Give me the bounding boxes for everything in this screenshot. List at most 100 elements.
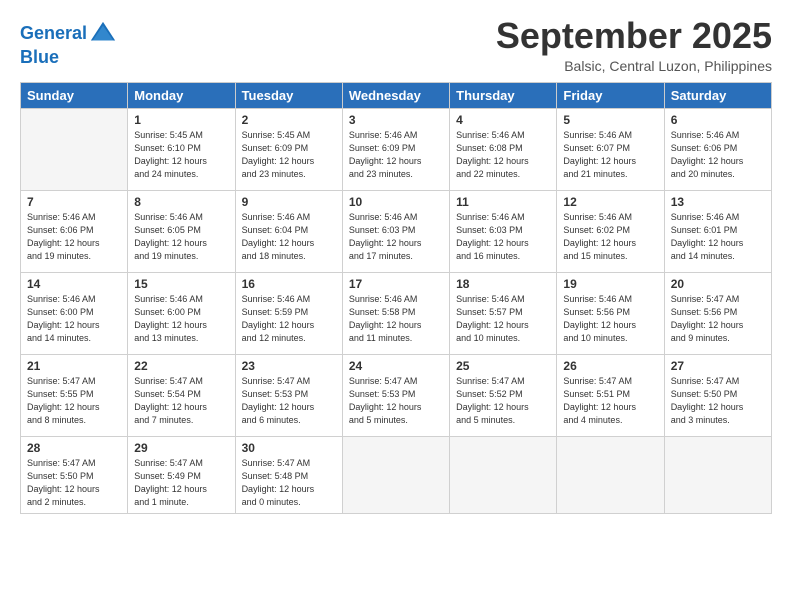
- day-info: Sunrise: 5:47 AM Sunset: 5:54 PM Dayligh…: [134, 375, 228, 427]
- day-info: Sunrise: 5:47 AM Sunset: 5:56 PM Dayligh…: [671, 293, 765, 345]
- day-number: 18: [456, 277, 550, 291]
- day-number: 24: [349, 359, 443, 373]
- page: General Blue September 2025 Balsic, Cent…: [0, 0, 792, 612]
- day-info: Sunrise: 5:47 AM Sunset: 5:50 PM Dayligh…: [27, 457, 121, 509]
- day-info: Sunrise: 5:47 AM Sunset: 5:53 PM Dayligh…: [242, 375, 336, 427]
- calendar-cell: [664, 436, 771, 513]
- day-info: Sunrise: 5:47 AM Sunset: 5:49 PM Dayligh…: [134, 457, 228, 509]
- calendar-cell: 7Sunrise: 5:46 AM Sunset: 6:06 PM Daylig…: [21, 190, 128, 272]
- calendar-cell: 3 Sunrise: 5:46 AM Sunset: 6:09 PM Daylig…: [342, 108, 449, 190]
- location: Balsic, Central Luzon, Philippines: [496, 58, 772, 74]
- calendar-cell: 4Sunrise: 5:46 AM Sunset: 6:08 PM Daylig…: [450, 108, 557, 190]
- calendar-cell: 28 Sunrise: 5:47 AM Sunset: 5:50 PM Dayli…: [21, 436, 128, 513]
- day-number: 27: [671, 359, 765, 373]
- title-block: September 2025 Balsic, Central Luzon, Ph…: [496, 16, 772, 74]
- day-number: 25: [456, 359, 550, 373]
- calendar-header-monday: Monday: [128, 82, 235, 108]
- calendar-cell: 1Sunrise: 5:45 AM Sunset: 6:10 PM Daylig…: [128, 108, 235, 190]
- day-info: Sunrise: 5:46 AM Sunset: 5:58 PM Dayligh…: [349, 293, 443, 345]
- month-title: September 2025: [496, 16, 772, 56]
- day-number: 17: [349, 277, 443, 291]
- day-info: Sunrise: 5:46 AM Sunset: 6:09 PM Dayligh…: [349, 129, 443, 181]
- day-info: Sunrise: 5:47 AM Sunset: 5:52 PM Dayligh…: [456, 375, 550, 427]
- day-number: 22: [134, 359, 228, 373]
- calendar-cell: 11 Sunrise: 5:46 AM Sunset: 6:03 PM Dayli…: [450, 190, 557, 272]
- day-number: 26: [563, 359, 657, 373]
- day-info: Sunrise: 5:46 AM Sunset: 6:05 PM Dayligh…: [134, 211, 228, 263]
- day-info: Sunrise: 5:46 AM Sunset: 5:57 PM Dayligh…: [456, 293, 550, 345]
- calendar-cell: 30 Sunrise: 5:47 AM Sunset: 5:48 PM Dayli…: [235, 436, 342, 513]
- day-info: Sunrise: 5:45 AM Sunset: 6:10 PM Dayligh…: [134, 129, 228, 181]
- day-number: 3: [349, 113, 443, 127]
- header: General Blue September 2025 Balsic, Cent…: [20, 16, 772, 74]
- day-number: 23: [242, 359, 336, 373]
- day-info: Sunrise: 5:47 AM Sunset: 5:55 PM Dayligh…: [27, 375, 121, 427]
- day-number: 15: [134, 277, 228, 291]
- day-number: 8: [134, 195, 228, 209]
- day-info: Sunrise: 5:47 AM Sunset: 5:48 PM Dayligh…: [242, 457, 336, 509]
- calendar-cell: 20 Sunrise: 5:47 AM Sunset: 5:56 PM Dayli…: [664, 272, 771, 354]
- calendar-cell: 22 Sunrise: 5:47 AM Sunset: 5:54 PM Dayli…: [128, 354, 235, 436]
- calendar-header-saturday: Saturday: [664, 82, 771, 108]
- logo-text2: Blue: [20, 48, 117, 68]
- calendar-cell: 2 Sunrise: 5:45 AM Sunset: 6:09 PM Daylig…: [235, 108, 342, 190]
- day-number: 16: [242, 277, 336, 291]
- logo-text: General: [20, 20, 117, 48]
- day-number: 5: [563, 113, 657, 127]
- calendar-cell: 8 Sunrise: 5:46 AM Sunset: 6:05 PM Daylig…: [128, 190, 235, 272]
- calendar-cell: [557, 436, 664, 513]
- day-info: Sunrise: 5:46 AM Sunset: 6:08 PM Dayligh…: [456, 129, 550, 181]
- calendar-cell: 15Sunrise: 5:46 AM Sunset: 6:00 PM Dayli…: [128, 272, 235, 354]
- day-number: 30: [242, 441, 336, 455]
- calendar-cell: 12Sunrise: 5:46 AM Sunset: 6:02 PM Dayli…: [557, 190, 664, 272]
- calendar-cell: 21 Sunrise: 5:47 AM Sunset: 5:55 PM Dayli…: [21, 354, 128, 436]
- calendar-cell: 25 Sunrise: 5:47 AM Sunset: 5:52 PM Dayli…: [450, 354, 557, 436]
- day-number: 11: [456, 195, 550, 209]
- day-info: Sunrise: 5:47 AM Sunset: 5:51 PM Dayligh…: [563, 375, 657, 427]
- day-info: Sunrise: 5:46 AM Sunset: 6:06 PM Dayligh…: [671, 129, 765, 181]
- day-info: Sunrise: 5:46 AM Sunset: 5:56 PM Dayligh…: [563, 293, 657, 345]
- calendar-cell: [342, 436, 449, 513]
- calendar-cell: 9 Sunrise: 5:46 AM Sunset: 6:04 PM Daylig…: [235, 190, 342, 272]
- day-info: Sunrise: 5:47 AM Sunset: 5:53 PM Dayligh…: [349, 375, 443, 427]
- calendar-cell: 26 Sunrise: 5:47 AM Sunset: 5:51 PM Dayli…: [557, 354, 664, 436]
- calendar-cell: 14 Sunrise: 5:46 AM Sunset: 6:00 PM Dayli…: [21, 272, 128, 354]
- calendar-header-thursday: Thursday: [450, 82, 557, 108]
- calendar: SundayMondayTuesdayWednesdayThursdayFrid…: [20, 82, 772, 514]
- day-number: 2: [242, 113, 336, 127]
- day-info: Sunrise: 5:45 AM Sunset: 6:09 PM Dayligh…: [242, 129, 336, 181]
- logo: General Blue: [20, 20, 117, 68]
- day-info: Sunrise: 5:46 AM Sunset: 6:00 PM Dayligh…: [27, 293, 121, 345]
- day-info: Sunrise: 5:46 AM Sunset: 5:59 PM Dayligh…: [242, 293, 336, 345]
- calendar-cell: [450, 436, 557, 513]
- calendar-cell: 23 Sunrise: 5:47 AM Sunset: 5:53 PM Dayli…: [235, 354, 342, 436]
- day-info: Sunrise: 5:46 AM Sunset: 6:02 PM Dayligh…: [563, 211, 657, 263]
- calendar-header-friday: Friday: [557, 82, 664, 108]
- calendar-week-3: 14 Sunrise: 5:46 AM Sunset: 6:00 PM Dayli…: [21, 272, 772, 354]
- calendar-week-4: 21 Sunrise: 5:47 AM Sunset: 5:55 PM Dayli…: [21, 354, 772, 436]
- day-info: Sunrise: 5:46 AM Sunset: 6:03 PM Dayligh…: [456, 211, 550, 263]
- calendar-cell: [21, 108, 128, 190]
- calendar-cell: 29Sunrise: 5:47 AM Sunset: 5:49 PM Dayli…: [128, 436, 235, 513]
- day-number: 20: [671, 277, 765, 291]
- calendar-cell: 16 Sunrise: 5:46 AM Sunset: 5:59 PM Dayli…: [235, 272, 342, 354]
- day-number: 6: [671, 113, 765, 127]
- day-info: Sunrise: 5:46 AM Sunset: 6:03 PM Dayligh…: [349, 211, 443, 263]
- day-info: Sunrise: 5:46 AM Sunset: 6:07 PM Dayligh…: [563, 129, 657, 181]
- calendar-header-sunday: Sunday: [21, 82, 128, 108]
- calendar-header-tuesday: Tuesday: [235, 82, 342, 108]
- calendar-cell: 27 Sunrise: 5:47 AM Sunset: 5:50 PM Dayli…: [664, 354, 771, 436]
- calendar-cell: 18 Sunrise: 5:46 AM Sunset: 5:57 PM Dayli…: [450, 272, 557, 354]
- day-info: Sunrise: 5:46 AM Sunset: 6:01 PM Dayligh…: [671, 211, 765, 263]
- day-info: Sunrise: 5:47 AM Sunset: 5:50 PM Dayligh…: [671, 375, 765, 427]
- calendar-cell: 19 Sunrise: 5:46 AM Sunset: 5:56 PM Dayli…: [557, 272, 664, 354]
- day-number: 21: [27, 359, 121, 373]
- day-number: 7: [27, 195, 121, 209]
- day-number: 19: [563, 277, 657, 291]
- day-number: 28: [27, 441, 121, 455]
- calendar-week-2: 7Sunrise: 5:46 AM Sunset: 6:06 PM Daylig…: [21, 190, 772, 272]
- day-info: Sunrise: 5:46 AM Sunset: 6:04 PM Dayligh…: [242, 211, 336, 263]
- day-number: 14: [27, 277, 121, 291]
- day-number: 9: [242, 195, 336, 209]
- calendar-week-1: 1Sunrise: 5:45 AM Sunset: 6:10 PM Daylig…: [21, 108, 772, 190]
